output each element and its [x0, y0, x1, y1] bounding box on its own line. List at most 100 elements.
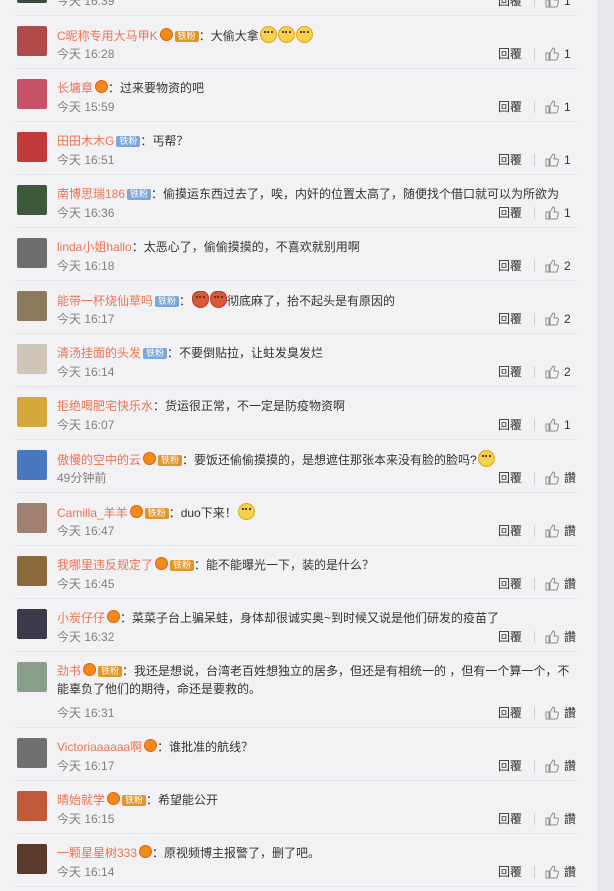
- thumbs-up-icon[interactable]: [545, 205, 559, 220]
- like-count[interactable]: 2: [564, 365, 578, 379]
- like-button[interactable]: 讚: [564, 704, 578, 721]
- like-count[interactable]: 2: [564, 259, 578, 273]
- user-name-link[interactable]: Victoriaaaaaa啊: [57, 740, 142, 754]
- thumbs-up-icon[interactable]: [545, 470, 559, 485]
- avatar[interactable]: [17, 450, 47, 480]
- thumbs-up-icon[interactable]: [545, 364, 559, 379]
- user-name-link[interactable]: 晴始就学: [57, 793, 105, 807]
- thumbs-up-icon[interactable]: [545, 629, 559, 644]
- like-button[interactable]: 讚: [564, 863, 578, 880]
- like-count[interactable]: 1: [564, 47, 578, 61]
- avatar[interactable]: [17, 185, 47, 215]
- avatar[interactable]: [17, 344, 47, 374]
- vip-badge-icon[interactable]: [83, 663, 97, 676]
- thumbs-up-icon[interactable]: [545, 417, 559, 432]
- avatar[interactable]: [17, 609, 47, 639]
- user-name-link[interactable]: 我哪里违反规定了: [57, 558, 153, 572]
- reply-button[interactable]: 回覆: [498, 363, 522, 380]
- like-button[interactable]: 讚: [564, 469, 578, 486]
- thumbs-up-icon[interactable]: [545, 152, 559, 167]
- avatar[interactable]: [17, 79, 47, 109]
- vip-badge-icon[interactable]: [139, 845, 153, 858]
- fan-badge[interactable]: 铁粉: [143, 348, 168, 359]
- avatar[interactable]: [17, 397, 47, 427]
- user-name-link[interactable]: 能带一杯烧仙草吗: [57, 294, 153, 308]
- reply-button[interactable]: 回覆: [498, 628, 522, 645]
- vip-badge-icon[interactable]: [144, 739, 158, 752]
- fan-badge[interactable]: 铁粉: [174, 31, 199, 42]
- vip-badge-icon[interactable]: [107, 792, 121, 805]
- thumbs-up-icon[interactable]: [545, 811, 559, 826]
- vip-badge-icon[interactable]: [107, 610, 121, 623]
- reply-button[interactable]: 回覆: [498, 204, 522, 221]
- reply-button[interactable]: 回覆: [498, 0, 522, 9]
- thumbs-up-icon[interactable]: [545, 99, 559, 114]
- reply-button[interactable]: 回覆: [498, 45, 522, 62]
- reply-button[interactable]: 回覆: [498, 863, 522, 880]
- fan-badge[interactable]: 铁粉: [116, 136, 141, 147]
- like-count[interactable]: 1: [564, 418, 578, 432]
- fan-badge[interactable]: 铁粉: [144, 508, 169, 519]
- user-name-link[interactable]: linda小姐hallo: [57, 240, 132, 254]
- reply-button[interactable]: 回覆: [498, 522, 522, 539]
- fan-badge[interactable]: 铁粉: [122, 795, 147, 806]
- fan-badge[interactable]: 铁粉: [155, 296, 180, 307]
- thumbs-up-icon[interactable]: [545, 0, 559, 8]
- thumbs-up-icon[interactable]: [545, 46, 559, 61]
- avatar[interactable]: [17, 132, 47, 162]
- reply-button[interactable]: 回覆: [498, 151, 522, 168]
- avatar[interactable]: [17, 238, 47, 268]
- reply-button[interactable]: 回覆: [498, 257, 522, 274]
- thumbs-up-icon[interactable]: [545, 258, 559, 273]
- vip-badge-icon[interactable]: [159, 28, 173, 41]
- fan-badge[interactable]: 铁粉: [127, 189, 152, 200]
- fan-badge[interactable]: 铁粉: [98, 666, 123, 677]
- user-name-link[interactable]: 长墉章: [57, 81, 93, 95]
- vip-badge-icon[interactable]: [155, 557, 169, 570]
- avatar[interactable]: [17, 844, 47, 874]
- user-name-link[interactable]: 田田木木G: [57, 134, 114, 148]
- user-name-link[interactable]: 南博思瑞186: [57, 187, 125, 201]
- like-button[interactable]: 讚: [564, 628, 578, 645]
- user-name-link[interactable]: 清汤挂面的头发: [57, 346, 141, 360]
- like-count[interactable]: 1: [564, 100, 578, 114]
- user-name-link[interactable]: 劲书: [57, 664, 81, 678]
- user-name-link[interactable]: 傲慢的空中的云: [57, 453, 141, 467]
- vip-badge-icon[interactable]: [95, 80, 109, 93]
- avatar[interactable]: [17, 0, 47, 3]
- avatar[interactable]: [17, 291, 47, 321]
- vip-badge-icon[interactable]: [129, 505, 143, 518]
- reply-button[interactable]: 回覆: [498, 704, 522, 721]
- reply-button[interactable]: 回覆: [498, 416, 522, 433]
- thumbs-up-icon[interactable]: [545, 758, 559, 773]
- reply-button[interactable]: 回覆: [498, 98, 522, 115]
- thumbs-up-icon[interactable]: [545, 576, 559, 591]
- avatar[interactable]: [17, 556, 47, 586]
- reply-button[interactable]: 回覆: [498, 810, 522, 827]
- vip-badge-icon[interactable]: [143, 452, 157, 465]
- thumbs-up-icon[interactable]: [545, 311, 559, 326]
- fan-badge[interactable]: 铁粉: [170, 560, 195, 571]
- like-button[interactable]: 讚: [564, 575, 578, 592]
- like-count[interactable]: 1: [564, 0, 578, 8]
- user-name-link[interactable]: 小炭仔仔: [57, 611, 105, 625]
- avatar[interactable]: [17, 791, 47, 821]
- avatar[interactable]: [17, 738, 47, 768]
- avatar[interactable]: [17, 26, 47, 56]
- like-button[interactable]: 讚: [564, 757, 578, 774]
- user-name-link[interactable]: Camilla_羊羊: [57, 506, 128, 520]
- scrollbar-track[interactable]: [598, 0, 614, 891]
- reply-button[interactable]: 回覆: [498, 757, 522, 774]
- thumbs-up-icon[interactable]: [545, 523, 559, 538]
- like-count[interactable]: 1: [564, 206, 578, 220]
- user-name-link[interactable]: 一颗星星树333: [57, 846, 137, 860]
- like-count[interactable]: 2: [564, 312, 578, 326]
- avatar[interactable]: [17, 662, 47, 692]
- reply-button[interactable]: 回覆: [498, 469, 522, 486]
- user-name-link[interactable]: C昵称专用大马甲K: [57, 29, 158, 43]
- user-name-link[interactable]: 拒绝喝肥宅快乐水: [57, 399, 153, 413]
- reply-button[interactable]: 回覆: [498, 310, 522, 327]
- thumbs-up-icon[interactable]: [545, 864, 559, 879]
- avatar[interactable]: [17, 503, 47, 533]
- reply-button[interactable]: 回覆: [498, 575, 522, 592]
